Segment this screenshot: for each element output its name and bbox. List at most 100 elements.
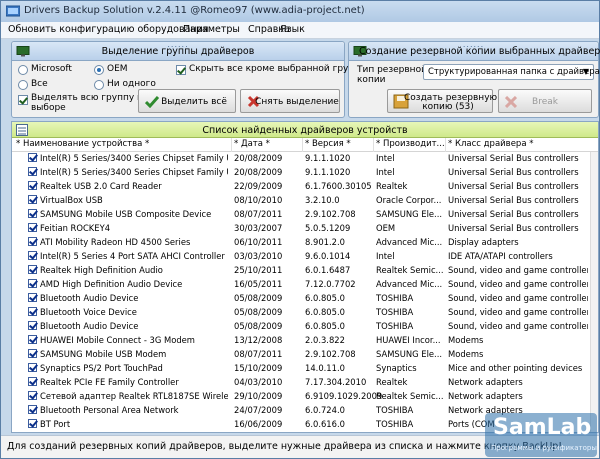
backup-panel: ...... Создание резервной копии выбранны… <box>348 41 600 118</box>
vertical-scrollbar[interactable] <box>590 152 598 432</box>
title-bar[interactable]: Drivers Backup Solution v.2.4.11 @Romeo9… <box>1 1 599 22</box>
cell-version: 9.1.1.1020 <box>305 153 351 163</box>
break-button[interactable]: Break <box>498 89 592 113</box>
cell-manufacturer: Realtek <box>376 377 408 387</box>
cell-manufacturer: Advanced Mic... <box>376 279 443 289</box>
row-checkbox[interactable] <box>28 307 37 316</box>
row-checkbox[interactable] <box>28 167 37 176</box>
hide-unselected-checkbox[interactable] <box>176 65 186 75</box>
radio-none[interactable] <box>94 80 104 90</box>
table-row[interactable]: Сетевой адаптер Realtek RTL8187SE Wirele… <box>12 390 590 403</box>
cell-date: 04/03/2010 <box>234 377 283 387</box>
cell-driver-class: Display adapters <box>448 237 519 247</box>
table-row[interactable]: HUAWEI Mobile Connect - 3G Modem 13/12/20… <box>12 334 590 347</box>
cell-manufacturer: SAMSUNG Ele... <box>376 209 443 219</box>
status-text: Для созданий резервных копий драйверов, … <box>7 441 563 452</box>
radio-oem[interactable] <box>94 65 104 75</box>
cell-version: 6.0.805.0 <box>305 293 345 303</box>
table-row[interactable]: Feitian ROCKEY4 30/03/2007 5.0.5.1209 OEM Un… <box>12 222 590 235</box>
row-checkbox[interactable] <box>28 419 37 428</box>
cell-version: 3.2.10.0 <box>305 195 340 205</box>
column-driver-class[interactable]: * Класс драйвера * <box>448 139 533 149</box>
select-whole-group-label-1: Выделять всю группу при <box>31 93 155 103</box>
select-whole-group-checkbox[interactable] <box>18 95 28 105</box>
table-row[interactable]: ATI Mobility Radeon HD 4500 Series 06/10/… <box>12 236 590 249</box>
watermark-brand: SamLab <box>493 415 592 440</box>
table-row[interactable]: Realtek High Definition Audio 25/10/2011 6… <box>12 264 590 277</box>
cell-driver-class: Sound, video and game controllers <box>448 279 588 289</box>
cell-driver-class: Sound, video and game controllers <box>448 321 588 331</box>
driver-list-header: Список найденных драйверов устройств <box>12 122 598 138</box>
cell-manufacturer: TOSHIBA <box>376 405 414 415</box>
radio-none-label: Ни одного <box>107 79 156 89</box>
table-row[interactable]: Intel(R) 5 Series 4 Port SATA AHCI Contr… <box>12 250 590 263</box>
cell-driver-class: Sound, video and game controllers <box>448 293 588 303</box>
cell-device-name: Bluetooth Personal Area Network <box>40 405 179 415</box>
column-separator <box>302 138 303 152</box>
cell-manufacturer: Advanced Mic... <box>376 237 443 247</box>
table-row[interactable]: Bluetooth Audio Device 05/08/2009 6.0.805.… <box>12 320 590 333</box>
row-checkbox[interactable] <box>28 153 37 162</box>
row-checkbox[interactable] <box>28 405 37 414</box>
row-checkbox[interactable] <box>28 321 37 330</box>
table-row[interactable]: SAMSUNG Mobile USB Modem 08/07/2011 2.9.10… <box>12 348 590 361</box>
row-checkbox[interactable] <box>28 265 37 274</box>
cell-version: 6.0.724.0 <box>305 405 345 415</box>
row-checkbox[interactable] <box>28 279 37 288</box>
cell-driver-class: Sound, video and game controllers <box>448 265 588 275</box>
row-checkbox[interactable] <box>28 181 37 190</box>
cell-version: 2.9.102.708 <box>305 209 356 219</box>
backup-type-select[interactable]: Структурированная папка с драйверами ▼ <box>423 64 600 80</box>
column-device-name[interactable]: * Наименование устройства * <box>16 139 149 149</box>
menu-refresh-hardware[interactable]: Обновить конфигурацию оборудования <box>8 24 209 35</box>
table-row[interactable]: Intel(R) 5 Series/3400 Series Chipset Fa… <box>12 152 590 165</box>
menu-parameters[interactable]: Параметры <box>183 24 240 35</box>
samlab-watermark: SamLab Программы и русификаторы <box>485 413 597 457</box>
cell-date: 24/07/2009 <box>234 405 283 415</box>
cell-version: 8.901.2.0 <box>305 237 345 247</box>
cell-version: 9.1.1.1020 <box>305 167 351 177</box>
select-all-button[interactable]: Выделить всё <box>138 89 236 113</box>
row-checkbox[interactable] <box>28 251 37 260</box>
cell-date: 25/10/2011 <box>234 265 283 275</box>
radio-microsoft[interactable] <box>18 65 28 75</box>
cell-date: 05/08/2009 <box>234 293 283 303</box>
row-checkbox[interactable] <box>28 391 37 400</box>
row-checkbox[interactable] <box>28 377 37 386</box>
table-row[interactable]: Realtek PCIe FE Family Controller 04/03/2… <box>12 376 590 389</box>
row-checkbox[interactable] <box>28 209 37 218</box>
cell-device-name: Realtek High Definition Audio <box>40 265 163 275</box>
row-checkbox[interactable] <box>28 349 37 358</box>
cell-version: 6.1.7600.30105 <box>305 181 372 191</box>
driver-group-panel: ...... Выделение группы драйверов Micros… <box>11 41 367 118</box>
table-row[interactable]: Bluetooth Voice Device 05/08/2009 6.0.805.… <box>12 306 590 319</box>
watermark-tagline: Программы и русификаторы <box>491 444 597 452</box>
create-backup-button[interactable]: Создать резервную копию (53) <box>387 89 497 113</box>
table-row[interactable]: AMD High Definition Audio Device 16/05/20… <box>12 278 590 291</box>
row-checkbox[interactable] <box>28 335 37 344</box>
row-checkbox[interactable] <box>28 237 37 246</box>
row-checkbox[interactable] <box>28 293 37 302</box>
row-checkbox[interactable] <box>28 223 37 232</box>
table-row[interactable]: SAMSUNG Mobile USB Composite Device 08/07… <box>12 208 590 221</box>
table-row[interactable]: Intel(R) 5 Series/3400 Series Chipset Fa… <box>12 166 590 179</box>
row-checkbox[interactable] <box>28 363 37 372</box>
column-version[interactable]: * Версия * <box>305 139 351 149</box>
cell-version: 2.0.3.822 <box>305 335 345 345</box>
menu-language[interactable]: Язык <box>280 24 305 35</box>
radio-all[interactable] <box>18 80 28 90</box>
table-row[interactable]: Realtek USB 2.0 Card Reader 22/09/2009 6.1… <box>12 180 590 193</box>
deselect-button[interactable]: Снять выделение <box>240 89 340 113</box>
cell-driver-class: Modems <box>448 349 484 359</box>
column-date[interactable]: * Дата * <box>234 139 270 149</box>
cell-manufacturer: Oracle Corpor... <box>376 195 442 205</box>
table-row[interactable]: VirtualBox USB 08/10/2010 3.2.10.0 Oracle C… <box>12 194 590 207</box>
cell-driver-class: Universal Serial Bus controllers <box>448 153 579 163</box>
cell-device-name: Bluetooth Audio Device <box>40 293 139 303</box>
table-row[interactable]: Synaptics PS/2 Port TouchPad 15/10/2009 14… <box>12 362 590 375</box>
column-manufacturer[interactable]: * Производит... <box>376 139 445 149</box>
cell-manufacturer: HUAWEI Incor... <box>376 335 441 345</box>
cell-device-name: Feitian ROCKEY4 <box>40 223 111 233</box>
row-checkbox[interactable] <box>28 195 37 204</box>
table-row[interactable]: Bluetooth Audio Device 05/08/2009 6.0.805.… <box>12 292 590 305</box>
